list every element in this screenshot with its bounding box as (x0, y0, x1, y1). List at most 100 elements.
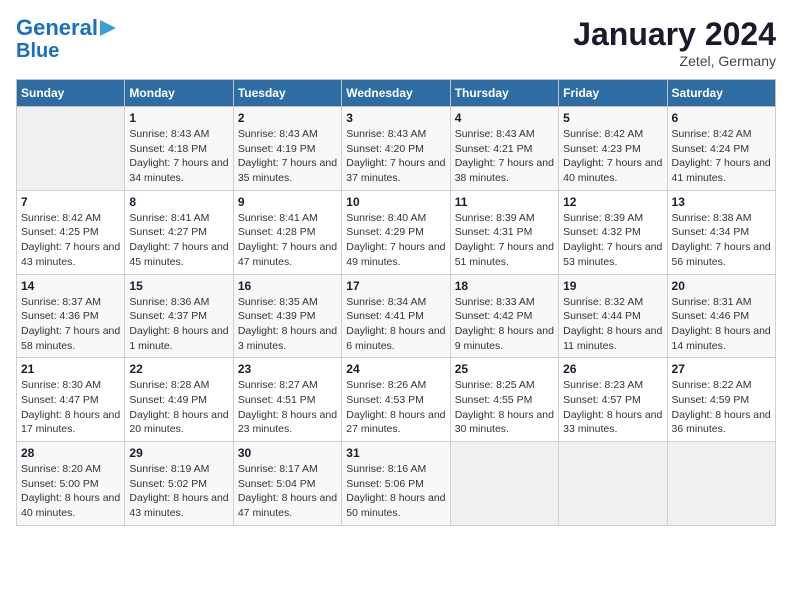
day-info: Sunrise: 8:26 AMSunset: 4:53 PMDaylight:… (346, 378, 445, 437)
day-cell (450, 442, 558, 526)
day-cell: 5 Sunrise: 8:42 AMSunset: 4:23 PMDayligh… (559, 107, 667, 191)
day-info: Sunrise: 8:20 AMSunset: 5:00 PMDaylight:… (21, 462, 120, 521)
day-cell: 1 Sunrise: 8:43 AMSunset: 4:18 PMDayligh… (125, 107, 233, 191)
day-cell: 23 Sunrise: 8:27 AMSunset: 4:51 PMDaylig… (233, 358, 341, 442)
calendar-subtitle: Zetel, Germany (573, 53, 776, 69)
day-info: Sunrise: 8:33 AMSunset: 4:42 PMDaylight:… (455, 295, 554, 354)
day-cell: 27 Sunrise: 8:22 AMSunset: 4:59 PMDaylig… (667, 358, 775, 442)
day-info: Sunrise: 8:35 AMSunset: 4:39 PMDaylight:… (238, 295, 337, 354)
day-number: 21 (21, 362, 120, 376)
day-info: Sunrise: 8:28 AMSunset: 4:49 PMDaylight:… (129, 378, 228, 437)
header-cell-sunday: Sunday (17, 80, 125, 107)
day-info: Sunrise: 8:19 AMSunset: 5:02 PMDaylight:… (129, 462, 228, 521)
day-info: Sunrise: 8:37 AMSunset: 4:36 PMDaylight:… (21, 295, 120, 354)
day-number: 7 (21, 195, 120, 209)
day-cell: 14 Sunrise: 8:37 AMSunset: 4:36 PMDaylig… (17, 274, 125, 358)
day-cell: 7 Sunrise: 8:42 AMSunset: 4:25 PMDayligh… (17, 190, 125, 274)
day-info: Sunrise: 8:16 AMSunset: 5:06 PMDaylight:… (346, 462, 445, 521)
day-cell: 28 Sunrise: 8:20 AMSunset: 5:00 PMDaylig… (17, 442, 125, 526)
day-number: 4 (455, 111, 554, 125)
week-row-2: 7 Sunrise: 8:42 AMSunset: 4:25 PMDayligh… (17, 190, 776, 274)
day-cell: 3 Sunrise: 8:43 AMSunset: 4:20 PMDayligh… (342, 107, 450, 191)
day-cell: 12 Sunrise: 8:39 AMSunset: 4:32 PMDaylig… (559, 190, 667, 274)
day-number: 19 (563, 279, 662, 293)
day-cell: 19 Sunrise: 8:32 AMSunset: 4:44 PMDaylig… (559, 274, 667, 358)
calendar-table: SundayMondayTuesdayWednesdayThursdayFrid… (16, 79, 776, 526)
day-cell: 6 Sunrise: 8:42 AMSunset: 4:24 PMDayligh… (667, 107, 775, 191)
day-info: Sunrise: 8:34 AMSunset: 4:41 PMDaylight:… (346, 295, 445, 354)
day-info: Sunrise: 8:36 AMSunset: 4:37 PMDaylight:… (129, 295, 228, 354)
day-number: 9 (238, 195, 337, 209)
day-number: 26 (563, 362, 662, 376)
day-number: 6 (672, 111, 771, 125)
day-cell: 29 Sunrise: 8:19 AMSunset: 5:02 PMDaylig… (125, 442, 233, 526)
day-info: Sunrise: 8:38 AMSunset: 4:34 PMDaylight:… (672, 211, 771, 270)
page-header: General Blue January 2024 Zetel, Germany (16, 16, 776, 69)
day-info: Sunrise: 8:42 AMSunset: 4:23 PMDaylight:… (563, 127, 662, 186)
day-cell: 16 Sunrise: 8:35 AMSunset: 4:39 PMDaylig… (233, 274, 341, 358)
day-number: 17 (346, 279, 445, 293)
day-info: Sunrise: 8:42 AMSunset: 4:25 PMDaylight:… (21, 211, 120, 270)
day-cell: 21 Sunrise: 8:30 AMSunset: 4:47 PMDaylig… (17, 358, 125, 442)
day-number: 24 (346, 362, 445, 376)
day-info: Sunrise: 8:43 AMSunset: 4:21 PMDaylight:… (455, 127, 554, 186)
day-cell: 20 Sunrise: 8:31 AMSunset: 4:46 PMDaylig… (667, 274, 775, 358)
header-row: SundayMondayTuesdayWednesdayThursdayFrid… (17, 80, 776, 107)
header-cell-saturday: Saturday (667, 80, 775, 107)
day-info: Sunrise: 8:41 AMSunset: 4:27 PMDaylight:… (129, 211, 228, 270)
day-info: Sunrise: 8:39 AMSunset: 4:31 PMDaylight:… (455, 211, 554, 270)
title-block: January 2024 Zetel, Germany (573, 16, 776, 69)
day-info: Sunrise: 8:31 AMSunset: 4:46 PMDaylight:… (672, 295, 771, 354)
week-row-4: 21 Sunrise: 8:30 AMSunset: 4:47 PMDaylig… (17, 358, 776, 442)
day-info: Sunrise: 8:25 AMSunset: 4:55 PMDaylight:… (455, 378, 554, 437)
day-cell: 22 Sunrise: 8:28 AMSunset: 4:49 PMDaylig… (125, 358, 233, 442)
day-cell: 10 Sunrise: 8:40 AMSunset: 4:29 PMDaylig… (342, 190, 450, 274)
day-info: Sunrise: 8:22 AMSunset: 4:59 PMDaylight:… (672, 378, 771, 437)
day-cell: 11 Sunrise: 8:39 AMSunset: 4:31 PMDaylig… (450, 190, 558, 274)
day-number: 22 (129, 362, 228, 376)
day-cell (559, 442, 667, 526)
day-cell: 13 Sunrise: 8:38 AMSunset: 4:34 PMDaylig… (667, 190, 775, 274)
day-info: Sunrise: 8:41 AMSunset: 4:28 PMDaylight:… (238, 211, 337, 270)
header-cell-thursday: Thursday (450, 80, 558, 107)
week-row-1: 1 Sunrise: 8:43 AMSunset: 4:18 PMDayligh… (17, 107, 776, 191)
day-info: Sunrise: 8:32 AMSunset: 4:44 PMDaylight:… (563, 295, 662, 354)
day-number: 10 (346, 195, 445, 209)
day-cell: 8 Sunrise: 8:41 AMSunset: 4:27 PMDayligh… (125, 190, 233, 274)
header-cell-monday: Monday (125, 80, 233, 107)
day-number: 3 (346, 111, 445, 125)
day-number: 27 (672, 362, 771, 376)
header-cell-friday: Friday (559, 80, 667, 107)
day-cell: 2 Sunrise: 8:43 AMSunset: 4:19 PMDayligh… (233, 107, 341, 191)
day-info: Sunrise: 8:30 AMSunset: 4:47 PMDaylight:… (21, 378, 120, 437)
day-cell: 18 Sunrise: 8:33 AMSunset: 4:42 PMDaylig… (450, 274, 558, 358)
day-number: 30 (238, 446, 337, 460)
day-number: 15 (129, 279, 228, 293)
day-number: 29 (129, 446, 228, 460)
day-info: Sunrise: 8:42 AMSunset: 4:24 PMDaylight:… (672, 127, 771, 186)
day-number: 18 (455, 279, 554, 293)
day-number: 13 (672, 195, 771, 209)
day-info: Sunrise: 8:43 AMSunset: 4:19 PMDaylight:… (238, 127, 337, 186)
week-row-5: 28 Sunrise: 8:20 AMSunset: 5:00 PMDaylig… (17, 442, 776, 526)
day-cell: 24 Sunrise: 8:26 AMSunset: 4:53 PMDaylig… (342, 358, 450, 442)
day-number: 14 (21, 279, 120, 293)
day-cell: 4 Sunrise: 8:43 AMSunset: 4:21 PMDayligh… (450, 107, 558, 191)
day-number: 23 (238, 362, 337, 376)
day-number: 1 (129, 111, 228, 125)
logo-text: General (16, 16, 98, 40)
day-cell: 25 Sunrise: 8:25 AMSunset: 4:55 PMDaylig… (450, 358, 558, 442)
day-cell: 31 Sunrise: 8:16 AMSunset: 5:06 PMDaylig… (342, 442, 450, 526)
header-cell-wednesday: Wednesday (342, 80, 450, 107)
day-cell: 15 Sunrise: 8:36 AMSunset: 4:37 PMDaylig… (125, 274, 233, 358)
day-cell: 26 Sunrise: 8:23 AMSunset: 4:57 PMDaylig… (559, 358, 667, 442)
day-number: 5 (563, 111, 662, 125)
day-info: Sunrise: 8:23 AMSunset: 4:57 PMDaylight:… (563, 378, 662, 437)
logo-blue: Blue (16, 40, 59, 62)
day-number: 25 (455, 362, 554, 376)
day-cell: 9 Sunrise: 8:41 AMSunset: 4:28 PMDayligh… (233, 190, 341, 274)
day-info: Sunrise: 8:39 AMSunset: 4:32 PMDaylight:… (563, 211, 662, 270)
logo: General Blue (16, 16, 118, 62)
day-cell: 30 Sunrise: 8:17 AMSunset: 5:04 PMDaylig… (233, 442, 341, 526)
day-number: 11 (455, 195, 554, 209)
